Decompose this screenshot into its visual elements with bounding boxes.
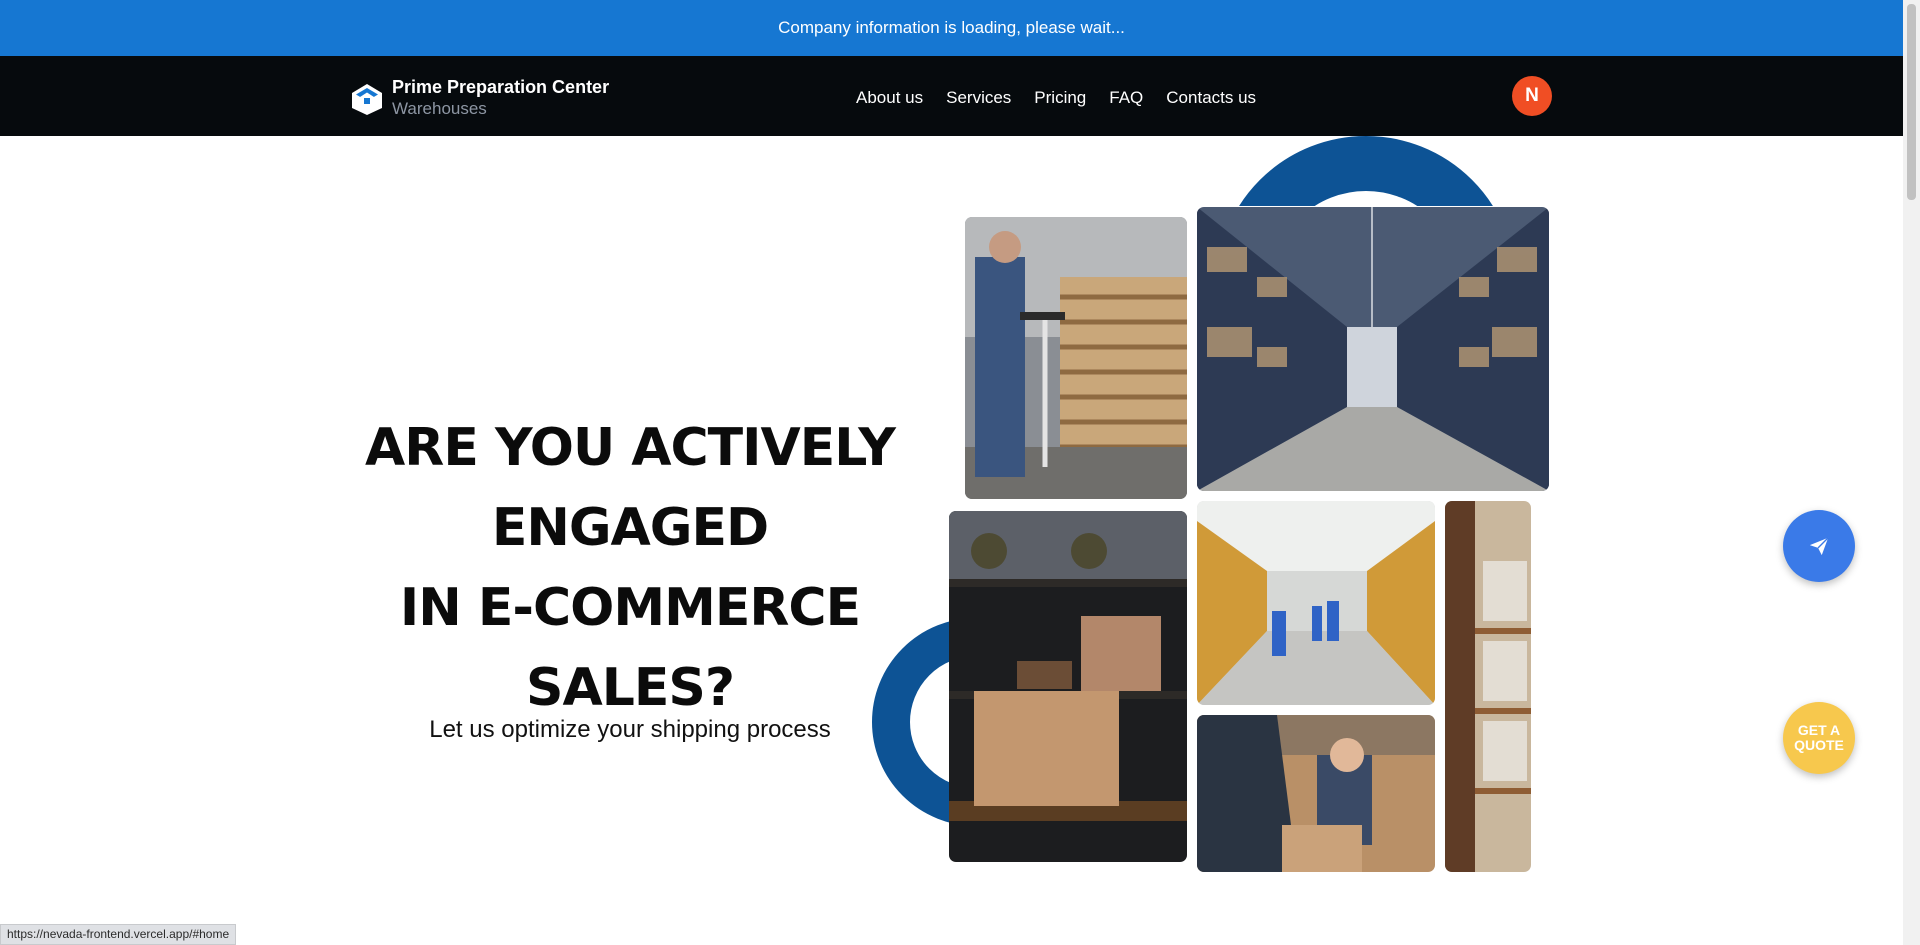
shelf-with-boxes-photo (949, 511, 1187, 862)
brand-logo-link[interactable]: Prime Preparation Center Warehouses (350, 76, 609, 120)
nav-contacts-us[interactable]: Contacts us (1166, 88, 1256, 108)
quote-label-line2: QUOTE (1794, 737, 1844, 753)
nav-about-us[interactable]: About us (856, 88, 923, 108)
get-a-quote-button[interactable]: GET A QUOTE (1783, 702, 1855, 774)
warehouse-workers-photo (1197, 501, 1435, 705)
status-bar-url: https://nevada-frontend.vercel.app/#home (0, 924, 237, 945)
worker-at-laptop-photo (965, 217, 1187, 499)
paper-plane-icon (1809, 537, 1829, 556)
brand-subtitle: Warehouses (392, 99, 487, 118)
loading-notice-bar: Company information is loading, please w… (0, 0, 1903, 56)
scrollbar-thumb[interactable] (1907, 4, 1916, 200)
page-scrollbar[interactable] (1903, 0, 1920, 945)
hero-heading-line: ENGAGED (491, 498, 769, 558)
quote-label-line1: GET A (1797, 722, 1841, 738)
loading-notice-text: Company information is loading, please w… (778, 18, 1125, 37)
top-navbar: Prime Preparation Center Warehouses Abou… (0, 56, 1903, 136)
hero-heading: ARE YOU ACTIVELY ENGAGED IN E-COMMERCE S… (330, 408, 930, 728)
brand-title: Prime Preparation Center (392, 77, 610, 97)
send-message-button[interactable] (1783, 510, 1855, 582)
main-nav: About us Services Pricing FAQ Contacts u… (856, 88, 1279, 108)
pallet-rack-photo (1445, 501, 1531, 872)
worker-loading-boxes-photo (1197, 715, 1435, 872)
hero-subtitle: Let us optimize your shipping process (429, 716, 831, 743)
user-avatar[interactable]: N (1512, 76, 1552, 116)
nav-pricing[interactable]: Pricing (1034, 88, 1086, 108)
nav-faq[interactable]: FAQ (1109, 88, 1143, 108)
hero-heading-line: IN E-COMMERCE (399, 578, 861, 638)
hero-heading-line: ARE YOU ACTIVELY (365, 418, 896, 478)
nav-services[interactable]: Services (946, 88, 1011, 108)
house-box-icon (352, 84, 382, 115)
decorative-arc-top (1216, 136, 1516, 206)
warehouse-aisle-photo (1197, 207, 1549, 491)
